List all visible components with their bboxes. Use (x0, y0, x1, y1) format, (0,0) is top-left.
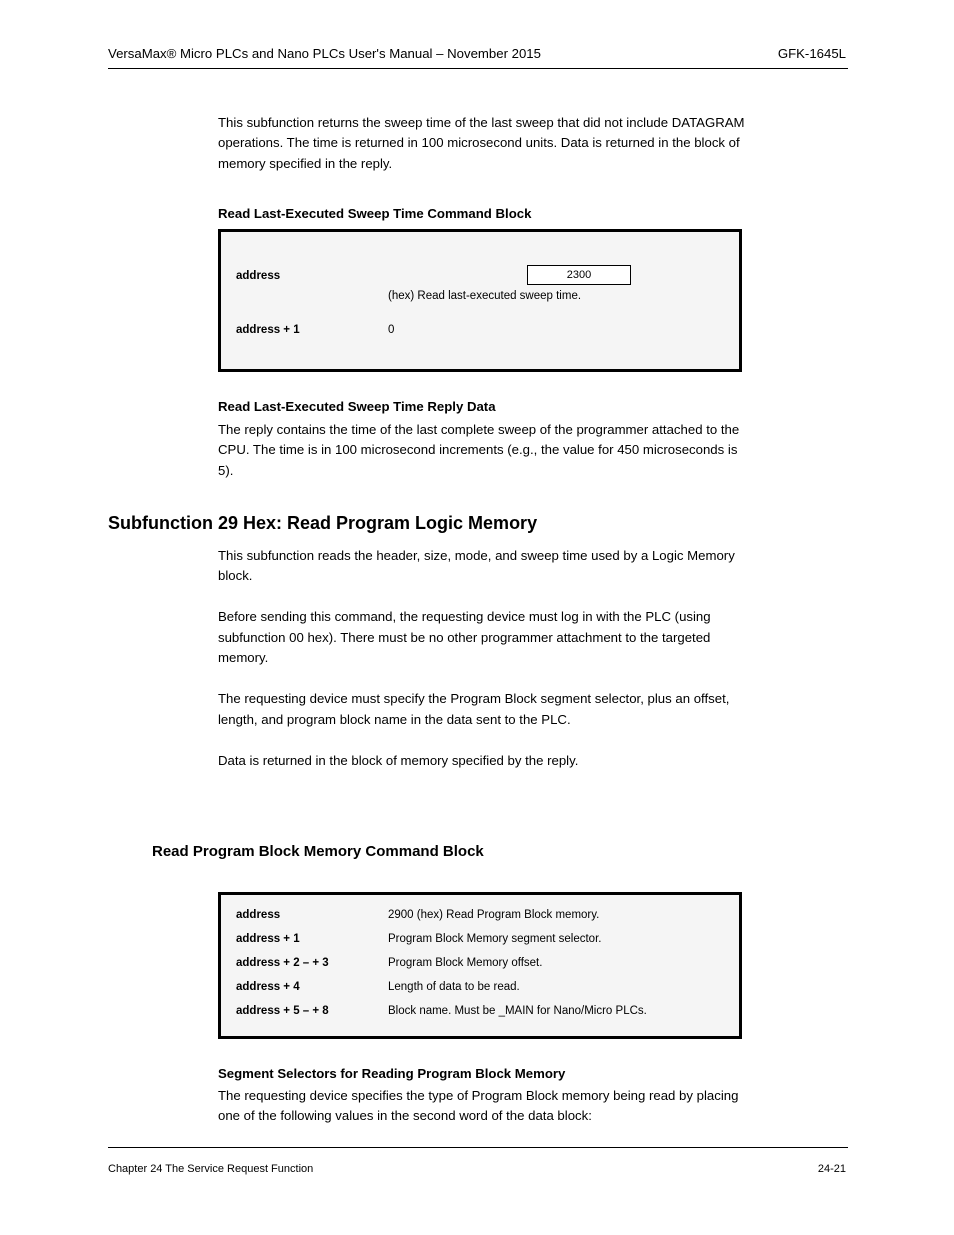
header-rule (108, 68, 848, 69)
big-heading: Subfunction 29 Hex: Read Program Logic M… (108, 512, 537, 535)
reply-body: The reply contains the time of the last … (218, 420, 748, 481)
box2-row3-after: Length of data to be read. (388, 981, 520, 993)
footer-right: 24-21 (818, 1163, 846, 1175)
big-body: This subfunction reads the header, size,… (218, 546, 748, 771)
box2-row0-after: 2900 (hex) Read Program Block memory. (388, 909, 599, 921)
box2-row4-label: address + 5 – + 8 (236, 1005, 329, 1017)
header-right: GFK-1645L (778, 44, 846, 64)
box2-row0-label: address (236, 909, 280, 921)
box1-title: Read Last-Executed Sweep Time Command Bl… (218, 204, 531, 224)
segment-body: The requesting device specifies the type… (218, 1086, 748, 1127)
box1-row0-after: (hex) Read last-executed sweep time. (388, 290, 581, 302)
box2-title: Read Program Block Memory Command Block (152, 842, 484, 862)
box2-row4-after: Block name. Must be _MAIN for Nano/Micro… (388, 1005, 647, 1017)
box2-row2-after: Program Block Memory offset. (388, 957, 542, 969)
intro-paragraph: This subfunction returns the sweep time … (218, 113, 748, 174)
box1-row0-label: address (236, 270, 280, 282)
reply-heading: Read Last-Executed Sweep Time Reply Data (218, 397, 496, 417)
footer-left: Chapter 24 The Service Request Function (108, 1163, 313, 1175)
box2-row1-after: Program Block Memory segment selector. (388, 933, 601, 945)
segment-heading: Segment Selectors for Reading Program Bl… (218, 1064, 565, 1084)
box1-row1-after: 0 (388, 324, 394, 336)
box2-row2-label: address + 2 – + 3 (236, 957, 329, 969)
box1-row1-label: address + 1 (236, 324, 300, 336)
header-left: VersaMax® Micro PLCs and Nano PLCs User'… (108, 44, 541, 64)
command-block-2: address 2900 (hex) Read Program Block me… (218, 892, 742, 1039)
footer-rule (108, 1147, 848, 1148)
box1-row0-value: 2300 (527, 265, 631, 285)
command-block-1: address 2300 (hex) Read last-executed sw… (218, 229, 742, 372)
box2-row3-label: address + 4 (236, 981, 300, 993)
box2-row1-label: address + 1 (236, 933, 300, 945)
